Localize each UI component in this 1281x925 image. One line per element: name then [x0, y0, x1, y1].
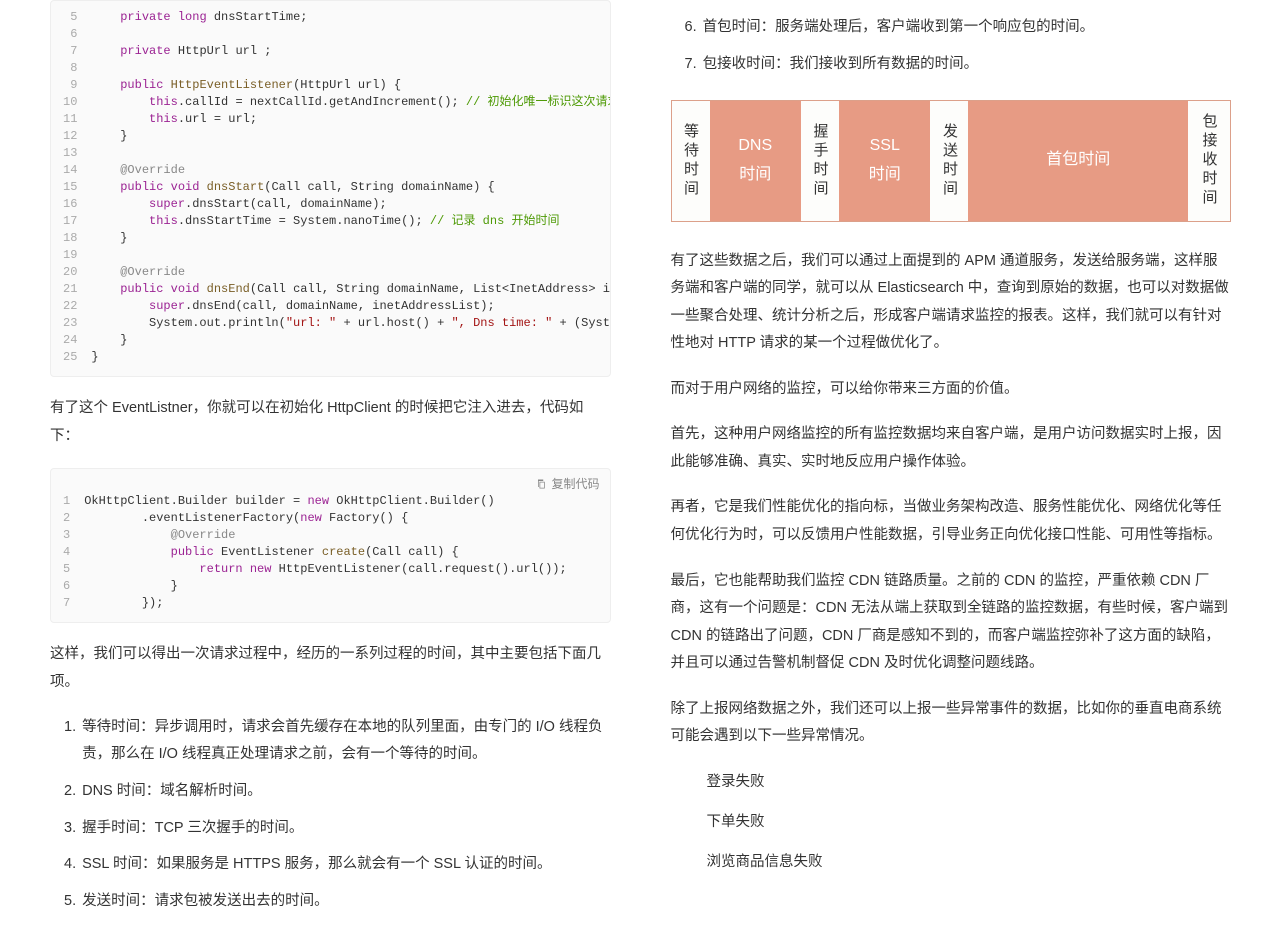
- code-line: public HttpEventListener(HttpUrl url) {: [91, 77, 609, 94]
- timing-list: 1.等待时间：异步调用时，请求会首先缓存在本地的队列里面，由专门的 I/O 线程…: [50, 714, 611, 915]
- code-line: }: [91, 332, 609, 349]
- code-line: }: [84, 578, 609, 595]
- diagram-cell: SSL时间: [839, 101, 930, 221]
- code-line: OkHttpClient.Builder builder = new OkHtt…: [84, 493, 609, 510]
- list-item: 4.SSL 时间：如果服务是 HTTPS 服务，那么就会有一个 SSL 认证的时…: [64, 851, 611, 878]
- diagram-cell: 发送时间: [930, 101, 968, 221]
- list-item: 7.包接收时间：我们接收到所有数据的时间。: [685, 51, 1232, 78]
- diagram-cell: 握手时间: [801, 101, 839, 221]
- code-line: }: [91, 230, 609, 247]
- diagram-cell: 首包时间: [968, 101, 1188, 221]
- list-item: 3.握手时间：TCP 三次握手的时间。: [64, 815, 611, 842]
- code-line: super.dnsStart(call, domainName);: [91, 196, 609, 213]
- code-line: [91, 26, 609, 43]
- para-value-3: 最后，它也能帮助我们监控 CDN 链路质量。之前的 CDN 的监控，严重依赖 C…: [671, 568, 1232, 678]
- code-line: public void dnsEnd(Call call, String dom…: [91, 281, 609, 298]
- list-item: 浏览商品信息失败: [707, 849, 1232, 875]
- code-line: @Override: [84, 527, 609, 544]
- code-line: private HttpUrl url ;: [91, 43, 609, 60]
- right-column: 6.首包时间：服务端处理后，客户端收到第一个响应包的时间。 7.包接收时间：我们接…: [641, 0, 1247, 925]
- para-value-intro: 而对于用户网络的监控，可以给你带来三方面的价值。: [671, 376, 1232, 404]
- copy-icon: [535, 478, 547, 490]
- left-column: 5678910111213141516171819202122232425 pr…: [35, 0, 641, 925]
- para-apm: 有了这些数据之后，我们可以通过上面提到的 APM 通道服务，发送给服务端，这样服…: [671, 248, 1232, 358]
- code-1-gutter: 5678910111213141516171819202122232425: [51, 9, 91, 366]
- list-item: 2.DNS 时间：域名解析时间。: [64, 778, 611, 805]
- code-line: [91, 247, 609, 264]
- code-line: [91, 60, 609, 77]
- code-line: private long dnsStartTime;: [91, 9, 609, 26]
- code-block-2: 复制代码 1234567 OkHttpClient.Builder builde…: [50, 468, 611, 623]
- code-line: }: [91, 128, 609, 145]
- exception-list: 登录失败下单失败浏览商品信息失败: [707, 769, 1232, 875]
- para-after-code1: 有了这个 EventListner，你就可以在初始化 HttpClient 的时…: [50, 395, 611, 450]
- code-line: .eventListenerFactory(new Factory() {: [84, 510, 609, 527]
- code-line: public EventListener create(Call call) {: [84, 544, 609, 561]
- list-item: 登录失败: [707, 769, 1232, 795]
- copy-label: 复制代码: [551, 475, 599, 492]
- list-item: 6.首包时间：服务端处理后，客户端收到第一个响应包的时间。: [685, 14, 1232, 41]
- diagram-cell: 等待时间: [672, 101, 710, 221]
- list-item: 5.发送时间：请求包被发送出去的时间。: [64, 888, 611, 915]
- list-item: 1.等待时间：异步调用时，请求会首先缓存在本地的队列里面，由专门的 I/O 线程…: [64, 714, 611, 768]
- para-exception-intro: 除了上报网络数据之外，我们还可以上报一些异常事件的数据，比如你的垂直电商系统可能…: [671, 696, 1232, 751]
- code-line: this.url = url;: [91, 111, 609, 128]
- code-line: @Override: [91, 264, 609, 281]
- code-line: @Override: [91, 162, 609, 179]
- para-value-2: 再者，它是我们性能优化的指向标，当做业务架构改造、服务性能优化、网络优化等任何优…: [671, 494, 1232, 549]
- code-block-1: 5678910111213141516171819202122232425 pr…: [50, 0, 611, 377]
- code-line: return new HttpEventListener(call.reques…: [84, 561, 609, 578]
- timing-diagram: 等待时间DNS时间握手时间SSL时间发送时间首包时间包接收时间: [671, 100, 1232, 222]
- diagram-cell: DNS时间: [710, 101, 801, 221]
- code-line: System.out.println("url: " + url.host() …: [91, 315, 609, 332]
- code-2-gutter: 1234567: [51, 493, 84, 612]
- code-line: }: [91, 349, 609, 366]
- diagram-cell: 包接收时间: [1188, 101, 1230, 221]
- para-value-1: 首先，这种用户网络监控的所有监控数据均来自客户端，是用户访问数据实时上报，因此能…: [671, 421, 1232, 476]
- code-2-lines: OkHttpClient.Builder builder = new OkHtt…: [84, 493, 609, 612]
- timing-list-cont: 6.首包时间：服务端处理后，客户端收到第一个响应包的时间。 7.包接收时间：我们接…: [671, 14, 1232, 78]
- code-line: super.dnsEnd(call, domainName, inetAddre…: [91, 298, 609, 315]
- code-line: [91, 145, 609, 162]
- code-line: public void dnsStart(Call call, String d…: [91, 179, 609, 196]
- code-line: });: [84, 595, 609, 612]
- copy-code-button[interactable]: 复制代码: [535, 475, 599, 492]
- para-after-code2: 这样，我们可以得出一次请求过程中，经历的一系列过程的时间，其中主要包括下面几项。: [50, 641, 611, 696]
- list-item: 下单失败: [707, 809, 1232, 835]
- code-line: this.dnsStartTime = System.nanoTime(); /…: [91, 213, 609, 230]
- code-line: this.callId = nextCallId.getAndIncrement…: [91, 94, 609, 111]
- code-1-lines: private long dnsStartTime; private HttpU…: [91, 9, 609, 366]
